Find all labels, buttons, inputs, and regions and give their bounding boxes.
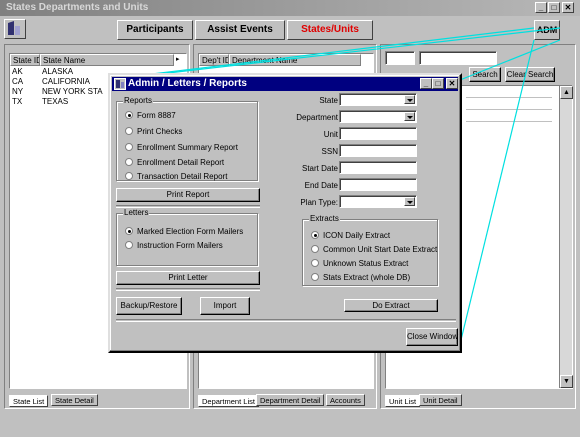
radio-icon-daily-extract[interactable]: ICON Daily Extract — [311, 230, 390, 241]
radio-off-icon — [125, 241, 133, 249]
tab-state-list[interactable]: State List — [9, 395, 49, 407]
radio-form-8887[interactable]: Form 8887 — [125, 110, 176, 121]
extracts-group-label: Extracts — [309, 214, 340, 224]
dialog-title-bar: Admin / Letters / Reports — [112, 77, 458, 91]
clear-search-button[interactable]: Clear Search — [505, 67, 555, 82]
plan-type-label: Plan Type: — [300, 198, 338, 207]
search-button[interactable]: Search — [469, 67, 501, 82]
scroll-up-icon[interactable]: ▲ — [560, 86, 573, 99]
ssn-field[interactable] — [339, 144, 417, 157]
states-scroll-arrow-icon[interactable]: ▸ — [176, 55, 186, 65]
department-select[interactable] — [339, 110, 417, 123]
unit-search-name-field[interactable] — [419, 51, 497, 65]
radio-off-icon — [311, 273, 319, 281]
backup-restore-button[interactable]: Backup/Restore — [116, 297, 182, 315]
reports-group-label: Reports — [123, 96, 154, 106]
assist-events-button[interactable]: Assist Events — [195, 20, 285, 40]
radio-transaction-detail[interactable]: Transaction Detail Report — [125, 171, 227, 182]
radio-marked-election[interactable]: Marked Election Form Mailers — [125, 226, 243, 237]
reports-group: Reports Form 8887 Print Checks Enrollmen… — [116, 96, 258, 182]
unit-search-id-field[interactable] — [385, 51, 415, 65]
dialog-minimize-button[interactable]: _ — [420, 78, 432, 89]
tab-unit-detail[interactable]: Unit Detail — [419, 394, 462, 406]
ssn-label: SSN — [321, 147, 338, 156]
plan-type-select[interactable] — [339, 195, 417, 208]
tab-state-detail[interactable]: State Detail — [51, 394, 98, 406]
radio-instruction-form[interactable]: Instruction Form Mailers — [125, 240, 223, 251]
radio-on-icon — [311, 231, 319, 239]
admin-letters-reports-dialog: Admin / Letters / Reports _ □ ✕ Reports … — [108, 73, 462, 353]
participants-button[interactable]: Participants — [117, 20, 193, 40]
print-letter-button[interactable]: Print Letter — [116, 271, 260, 285]
radio-print-checks[interactable]: Print Checks — [125, 126, 182, 137]
scroll-down-icon[interactable]: ▼ — [560, 375, 573, 388]
states-units-button[interactable]: States/Units — [287, 20, 373, 40]
main-title-bar: States Departments and Units — [0, 0, 580, 16]
dialog-close-button[interactable]: ✕ — [446, 78, 458, 89]
radio-stats-extract[interactable]: Stats Extract (whole DB) — [311, 272, 410, 283]
radio-off-icon — [125, 172, 133, 180]
tab-unit-list[interactable]: Unit List — [385, 395, 421, 407]
radio-on-icon — [125, 227, 133, 235]
radio-off-icon — [125, 143, 133, 151]
adm-button[interactable]: ADM — [534, 20, 560, 40]
col-dept-id[interactable]: Dep't ID — [199, 54, 229, 66]
main-maximize-button[interactable]: □ — [548, 2, 560, 13]
dialog-app-icon — [114, 78, 126, 90]
tab-department-detail[interactable]: Department Detail — [256, 394, 325, 406]
main-minimize-button[interactable]: _ — [535, 2, 547, 13]
radio-off-icon — [125, 158, 133, 166]
radio-off-icon — [125, 127, 133, 135]
list-item[interactable] — [466, 110, 552, 122]
end-date-label: End Date — [304, 181, 338, 190]
dialog-title: Admin / Letters / Reports — [128, 78, 247, 89]
main-close-button[interactable]: ✕ — [562, 2, 574, 13]
app-logo-icon — [8, 21, 20, 35]
print-report-button[interactable]: Print Report — [116, 188, 260, 202]
list-item[interactable] — [466, 98, 552, 110]
letters-group-label: Letters — [123, 208, 150, 218]
end-date-field[interactable] — [339, 178, 417, 191]
main-title: States Departments and Units — [6, 2, 149, 13]
col-dept-name[interactable]: Department Name — [229, 54, 361, 66]
divider — [116, 319, 456, 322]
radio-common-unit-start[interactable]: Common Unit Start Date Extract — [311, 244, 437, 255]
tab-accounts[interactable]: Accounts — [326, 394, 365, 406]
radio-off-icon — [311, 245, 319, 253]
divider — [116, 288, 260, 291]
state-label: State — [319, 96, 338, 105]
radio-enrollment-detail[interactable]: Enrollment Detail Report — [125, 157, 224, 168]
close-window-button[interactable]: Close Window — [406, 328, 458, 346]
chevron-down-icon[interactable] — [404, 112, 415, 121]
radio-on-icon — [125, 111, 133, 119]
dialog-maximize-button[interactable]: □ — [432, 78, 444, 89]
tab-department-list[interactable]: Department List — [198, 395, 259, 407]
radio-off-icon — [311, 259, 319, 267]
radio-unknown-status[interactable]: Unknown Status Extract — [311, 258, 408, 269]
letters-group: Letters Marked Election Form Mailers Ins… — [116, 208, 258, 266]
chevron-down-icon[interactable] — [404, 197, 415, 206]
radio-enrollment-summary[interactable]: Enrollment Summary Report — [125, 142, 238, 153]
list-item[interactable] — [466, 86, 552, 98]
units-scrollbar[interactable]: ▲ ▼ — [559, 86, 573, 388]
start-date-label: Start Date — [301, 164, 338, 173]
state-select[interactable] — [339, 93, 417, 106]
unit-field[interactable] — [339, 127, 417, 140]
unit-label: Unit — [323, 130, 338, 139]
col-state-id[interactable]: State ID — [10, 54, 40, 66]
col-state-name[interactable]: State Name — [40, 54, 174, 66]
do-extract-button[interactable]: Do Extract — [344, 299, 438, 312]
chevron-down-icon[interactable] — [404, 95, 415, 104]
department-label: Department — [296, 113, 338, 122]
app-icon-button[interactable] — [4, 19, 26, 39]
start-date-field[interactable] — [339, 161, 417, 174]
import-button[interactable]: Import — [200, 297, 250, 315]
extracts-group: Extracts ICON Daily Extract Common Unit … — [302, 214, 438, 286]
